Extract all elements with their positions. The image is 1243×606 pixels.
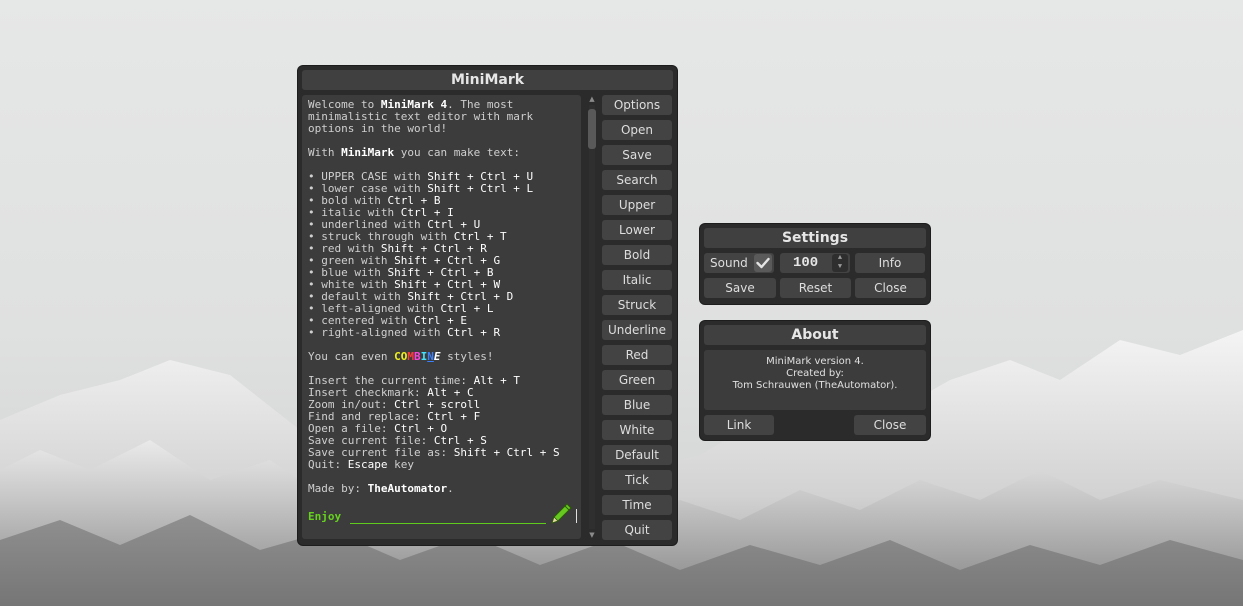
text-caret — [576, 509, 577, 523]
button-tick[interactable]: Tick — [602, 470, 672, 490]
about-created-by: Created by: — [786, 368, 844, 379]
volume-spinner[interactable]: 100 ▲ ▼ — [780, 253, 850, 273]
editor-text: Made by: — [308, 482, 368, 495]
window-title[interactable]: MiniMark — [302, 70, 673, 90]
about-window: About MiniMark version 4. Created by: To… — [700, 321, 930, 440]
about-link-button[interactable]: Link — [704, 415, 774, 435]
editor-content[interactable]: Welcome to MiniMark 4. The most minimalis… — [308, 99, 560, 495]
combine-letters: B — [413, 350, 421, 363]
settings-reset-button[interactable]: Reset — [780, 278, 851, 298]
sound-toggle[interactable]: Sound — [704, 253, 774, 273]
button-default[interactable]: Default — [602, 445, 672, 465]
shortcut-keys: Alt + T — [473, 374, 520, 387]
editor-text: options in the world! — [308, 122, 448, 135]
with-line: With MiniMark you can make text: — [308, 147, 560, 159]
button-blue[interactable]: Blue — [602, 395, 672, 415]
combine-line: You can even COMBINE styles! — [308, 351, 560, 363]
editor-text: styles! — [440, 350, 494, 363]
author-name: TheAutomator — [367, 482, 448, 495]
button-underline[interactable]: Underline — [602, 320, 672, 340]
about-text: MiniMark version 4. Created by: Tom Schr… — [704, 350, 926, 410]
scroll-track[interactable] — [589, 105, 595, 529]
button-upper[interactable]: Upper — [602, 195, 672, 215]
button-white[interactable]: White — [602, 420, 672, 440]
editor-text: You can even — [308, 350, 395, 363]
sound-label: Sound — [710, 256, 748, 270]
settings-title[interactable]: Settings — [704, 228, 926, 248]
info-button[interactable]: Info — [855, 253, 925, 273]
button-time[interactable]: Time — [602, 495, 672, 515]
enjoy-underline — [350, 523, 546, 524]
feature-label: right-aligned with — [321, 326, 448, 339]
editor-scrollbar[interactable]: ▲ ▼ — [587, 95, 597, 539]
shortcut-keys: Ctrl + R — [447, 326, 501, 339]
enjoy-text: Enjoy — [308, 510, 342, 523]
about-author: Tom Schrauwen (TheAutomator). — [732, 380, 898, 391]
made-by-line: Made by: TheAutomator. — [308, 483, 560, 495]
scroll-up-icon[interactable]: ▲ — [587, 95, 597, 103]
combine-letters: N — [427, 350, 434, 363]
about-title[interactable]: About — [704, 325, 926, 345]
button-quit[interactable]: Quit — [602, 520, 672, 540]
app-name: MiniMark — [341, 146, 395, 159]
button-green[interactable]: Green — [602, 370, 672, 390]
check-icon — [756, 257, 770, 269]
scroll-down-icon[interactable]: ▼ — [587, 531, 597, 539]
about-close-button[interactable]: Close — [854, 415, 926, 435]
button-options[interactable]: Options — [602, 95, 672, 115]
editor-text: you can make text: — [394, 146, 520, 159]
shortcut-keys: Escape — [347, 458, 388, 471]
button-lower[interactable]: Lower — [602, 220, 672, 240]
editor-text: key — [387, 458, 414, 471]
shortcut-keys: Shift + Ctrl + L — [427, 182, 534, 195]
combine-letters: M — [407, 350, 414, 363]
minimark-window: MiniMark Welcome to MiniMark 4. The most… — [298, 66, 677, 545]
button-red[interactable]: Red — [602, 345, 672, 365]
bullet-icon: • — [308, 326, 322, 339]
shortcut-line: Quit: Escape key — [308, 459, 560, 471]
combine-letters: CO — [394, 350, 408, 363]
intro-line: options in the world! — [308, 123, 560, 135]
about-version: MiniMark version 4. — [766, 356, 864, 367]
button-italic[interactable]: Italic — [602, 270, 672, 290]
feature-list-item: • right-aligned with Ctrl + R — [308, 327, 560, 339]
button-save[interactable]: Save — [602, 145, 672, 165]
shortcut-keys: Shift + Ctrl + S — [453, 446, 560, 459]
button-struck[interactable]: Struck — [602, 295, 672, 315]
settings-close-button[interactable]: Close — [855, 278, 926, 298]
pen-icon — [551, 503, 572, 524]
scroll-thumb[interactable] — [588, 109, 596, 149]
editor-text: . — [447, 482, 454, 495]
settings-save-button[interactable]: Save — [704, 278, 776, 298]
spin-arrows-icon[interactable]: ▲ ▼ — [832, 254, 848, 272]
enjoy-line: Enjoy — [308, 503, 578, 535]
text-editor[interactable]: Welcome to MiniMark 4. The most minimalis… — [302, 95, 581, 539]
settings-window: Settings Sound 100 ▲ ▼ Info Save Reset Cl… — [700, 224, 930, 304]
editor-text: With — [308, 146, 342, 159]
volume-value[interactable]: 100 — [793, 255, 818, 271]
button-open[interactable]: Open — [602, 120, 672, 140]
button-bold[interactable]: Bold — [602, 245, 672, 265]
editor-text: Quit: — [308, 458, 348, 471]
sound-checkbox[interactable] — [754, 254, 772, 272]
button-search[interactable]: Search — [602, 170, 672, 190]
